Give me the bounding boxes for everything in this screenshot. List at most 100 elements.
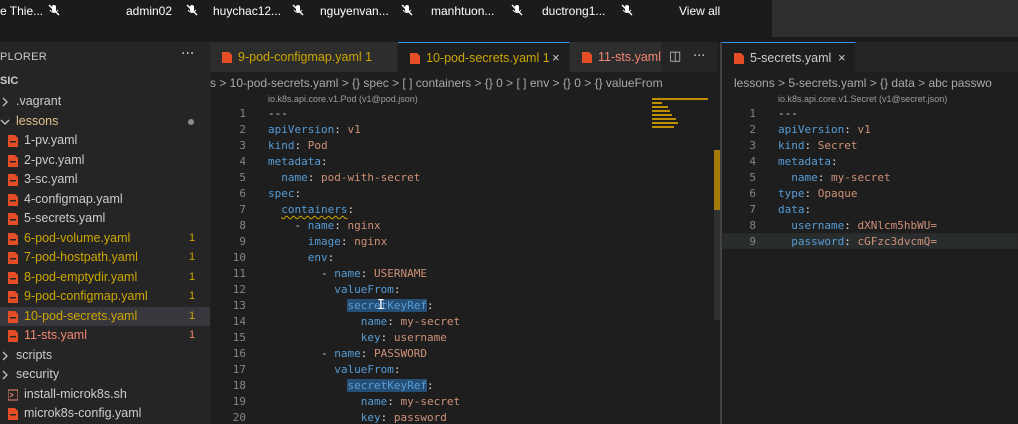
tree-item[interactable]: 9-pod-configmap.yaml 1: [0, 287, 210, 307]
code-line[interactable]: 8 username: dXNlcm5hbWU=: [722, 218, 1018, 234]
tree-item[interactable]: lessons: [0, 112, 210, 132]
editor-tabs-right: 5-secrets.yaml ×: [722, 42, 1018, 72]
code-line[interactable]: 3 kind: Secret: [722, 138, 1018, 154]
problem-count-badge: 1: [189, 290, 196, 302]
code-line[interactable]: 13 secretKeyRef:: [210, 298, 650, 314]
code-line[interactable]: 8 - name: nginx: [210, 218, 650, 234]
tree-item[interactable]: .vagrant: [0, 92, 210, 112]
line-number: 19: [232, 395, 246, 408]
schema-hint[interactable]: io.k8s.api.core.v1.Secret (v1@secret.jso…: [778, 92, 947, 106]
schema-hint[interactable]: io.k8s.api.core.v1.Pod (v1@pod.json): [268, 92, 418, 106]
line-number: 1: [239, 107, 246, 120]
tree-item[interactable]: scripts: [0, 346, 210, 366]
code-line[interactable]: 20 key: password: [210, 410, 650, 424]
code-line[interactable]: 1 ---: [722, 106, 1018, 122]
code-line[interactable]: 16 - name: PASSWORD: [210, 346, 650, 362]
video-tile[interactable]: [772, 0, 1018, 37]
tree-item[interactable]: 8-pod-emptydir.yaml 1: [0, 268, 210, 288]
line-number: 9: [239, 235, 246, 248]
participant-name[interactable]: nguyenvan...: [320, 3, 389, 19]
code-text: data:: [778, 203, 812, 216]
code-line[interactable]: 6 spec:: [210, 186, 650, 202]
participant-name[interactable]: huychac12...: [213, 3, 281, 19]
tree-item[interactable]: 2-pvc.yaml: [0, 151, 210, 171]
code-line[interactable]: 6 type: Opaque: [722, 186, 1018, 202]
line-number: 1: [749, 107, 756, 120]
participant-name[interactable]: e Thie...: [0, 3, 43, 19]
line-number: 6: [749, 187, 756, 200]
participant-name[interactable]: ductrong1...: [542, 3, 605, 19]
editor-tab[interactable]: 10-pod-secrets.yaml 1 ×: [398, 42, 570, 72]
problem-count-badge: 1: [189, 231, 196, 244]
tree-item[interactable]: 7-pod-hostpath.yaml 1: [0, 248, 210, 268]
tree-item[interactable]: security: [0, 365, 210, 385]
code-line[interactable]: 2 apiVersion: v1: [210, 122, 650, 138]
code-line[interactable]: 19 name: my-secret: [210, 394, 650, 410]
chevron-down-icon: [0, 119, 10, 125]
tree-item[interactable]: 6-pod-volume.yaml 1: [0, 229, 210, 249]
tree-item-label: 4-configmap.yaml: [24, 191, 123, 206]
yaml-file-icon: [8, 232, 18, 245]
more-actions-icon[interactable]: ···: [693, 42, 705, 72]
shell-file-icon: [8, 389, 18, 400]
editor-tab[interactable]: 5-secrets.yaml ×: [722, 42, 856, 72]
chevron-right-icon: [2, 97, 8, 107]
close-icon[interactable]: ×: [552, 43, 560, 73]
code-line[interactable]: 15 key: username: [210, 330, 650, 346]
code-text: name: my-secret: [360, 395, 461, 408]
code-line[interactable]: 5 name: my-secret: [722, 170, 1018, 186]
code-line[interactable]: 2 apiVersion: v1: [722, 122, 1018, 138]
code-line[interactable]: 5 name: pod-with-secret: [210, 170, 650, 186]
code-line[interactable]: 10 env:: [210, 250, 650, 266]
tree-item[interactable]: 3-sc.yaml: [0, 170, 210, 190]
line-number: 8: [239, 219, 246, 232]
tree-item[interactable]: 5-secrets.yaml: [0, 209, 210, 229]
tree-item[interactable]: microk8s-config.yaml: [0, 404, 210, 424]
tree-item[interactable]: 10-pod-secrets.yaml 1: [0, 306, 210, 326]
yaml-file-icon: [8, 193, 18, 206]
code-text: type: Opaque: [778, 187, 858, 200]
line-number: 4: [749, 155, 756, 168]
breadcrumb[interactable]: lessons > 5-secrets.yaml > {} data > abc…: [734, 73, 1018, 93]
code-text: key: username: [360, 331, 447, 344]
minimap[interactable]: [652, 98, 708, 130]
code-editor-left[interactable]: 1 --- 2 apiVersion: v1 3 kind: Pod 4 metadata: 5…: [210, 106, 650, 424]
code-line[interactable]: 14 name: my-secret: [210, 314, 650, 330]
code-text: env:: [307, 251, 335, 264]
workspace-folder[interactable]: SIC: [0, 75, 18, 87]
more-actions-button[interactable]: ···: [181, 46, 194, 62]
tree-item-label: lessons: [16, 113, 59, 128]
code-line[interactable]: 1 ---: [210, 106, 650, 122]
code-line[interactable]: 7 containers:: [210, 202, 650, 218]
code-line[interactable]: 18 secretKeyRef:: [210, 378, 650, 394]
code-line[interactable]: 11 - name: USERNAME: [210, 266, 650, 282]
tree-item[interactable]: 4-configmap.yaml: [0, 190, 210, 210]
yaml-file-icon: [8, 310, 18, 323]
code-line[interactable]: 12 valueFrom:: [210, 282, 650, 298]
view-all-button[interactable]: View all: [679, 3, 720, 19]
code-line[interactable]: 9 password: cGFzc3dvcmQ=: [722, 234, 1018, 250]
split-editor-icon[interactable]: ◫: [669, 42, 681, 72]
code-line[interactable]: 17 valueFrom:: [210, 362, 650, 378]
tree-item-label: 2-pvc.yaml: [24, 152, 85, 167]
participant-name[interactable]: manhtuon...: [431, 3, 494, 19]
code-line[interactable]: 9 image: nginx: [210, 234, 650, 250]
text-cursor-icon: I: [377, 298, 385, 313]
tree-item[interactable]: 11-sts.yaml 1: [0, 326, 210, 346]
close-icon[interactable]: ×: [838, 43, 846, 73]
tree-item[interactable]: install-microk8s.sh: [0, 385, 210, 405]
breadcrumb[interactable]: s > 10-pod-secrets.yaml > {} spec > [ ] …: [210, 73, 718, 93]
code-text: containers:: [281, 203, 355, 216]
code-line[interactable]: 3 kind: Pod: [210, 138, 650, 154]
code-line[interactable]: 7 data:: [722, 202, 1018, 218]
editor-tab[interactable]: 11-sts.yaml: [570, 42, 662, 72]
line-number: 5: [239, 171, 246, 184]
participant-name[interactable]: admin02: [126, 3, 172, 19]
editor-tab[interactable]: 9-pod-configmap.yaml 1: [210, 42, 398, 72]
code-line[interactable]: 4 metadata:: [722, 154, 1018, 170]
code-editor-right[interactable]: 1 --- 2 apiVersion: v1 3 kind: Secret 4 metadat…: [722, 106, 1018, 266]
code-line[interactable]: 4 metadata:: [210, 154, 650, 170]
code-text: ---: [778, 107, 798, 120]
code-text: apiVersion: v1: [268, 123, 361, 136]
tree-item[interactable]: 1-pv.yaml: [0, 131, 210, 151]
